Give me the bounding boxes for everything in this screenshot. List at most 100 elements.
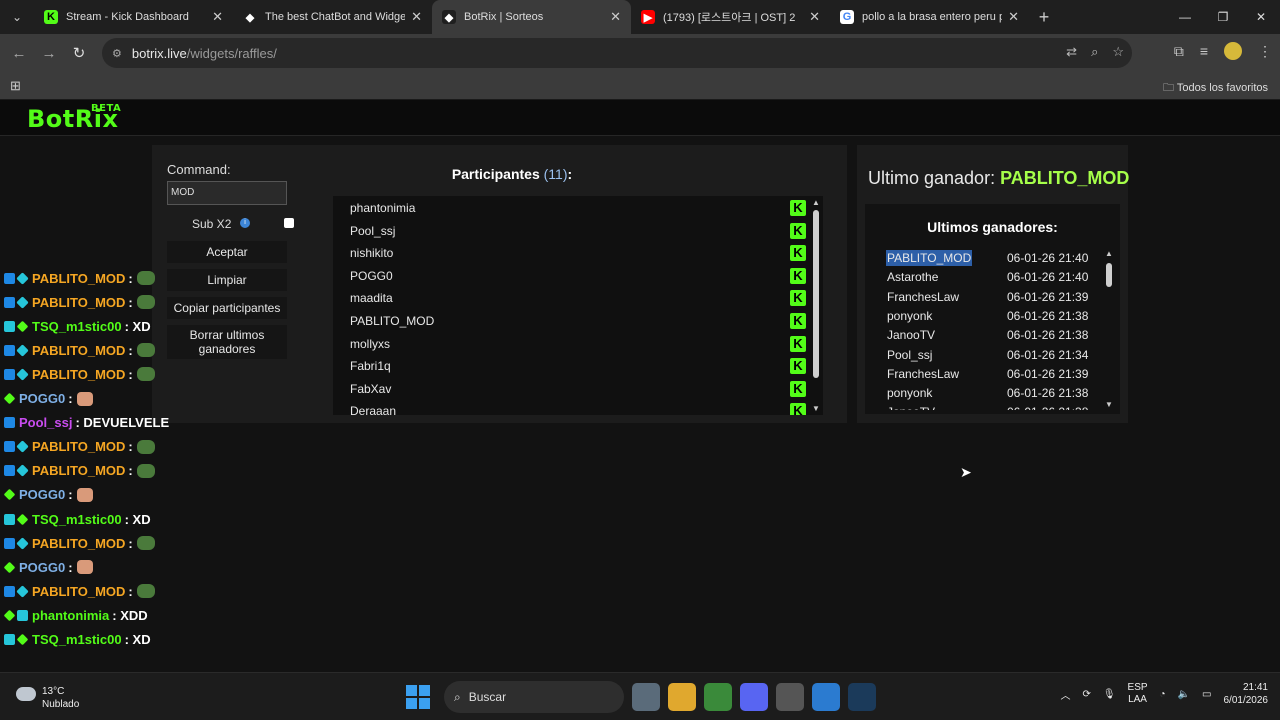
participant-row[interactable]: FabXav K: [333, 378, 806, 400]
chat-username[interactable]: PABLITO_MOD: [32, 439, 125, 454]
participant-row[interactable]: mollyxs K: [333, 333, 806, 355]
winner-row[interactable]: JanooTV 06-01-26 21:38: [865, 404, 1105, 410]
task-view-icon[interactable]: [632, 683, 660, 711]
network-sync-icon[interactable]: ⟳: [1082, 689, 1090, 700]
chat-username[interactable]: Pool_ssj: [19, 415, 72, 430]
steam-icon[interactable]: [848, 683, 876, 711]
minimize-icon[interactable]: —: [1166, 0, 1204, 34]
file-explorer-icon[interactable]: [668, 683, 696, 711]
chat-username[interactable]: POGG0: [19, 487, 65, 502]
scroll-up-icon[interactable]: ▲: [1104, 249, 1114, 258]
obs-icon[interactable]: [776, 683, 804, 711]
forward-icon[interactable]: →: [34, 45, 64, 62]
reload-icon[interactable]: ↻: [64, 44, 94, 62]
scroll-up-icon[interactable]: ▲: [811, 198, 821, 207]
chat-username[interactable]: PABLITO_MOD: [32, 367, 125, 382]
winner-row[interactable]: ponyonk 06-01-26 21:38: [865, 385, 1105, 404]
media-icon[interactable]: ≡: [1200, 43, 1208, 59]
chat-username[interactable]: POGG0: [19, 391, 65, 406]
chat-username[interactable]: PABLITO_MOD: [32, 271, 125, 286]
close-tab-icon[interactable]: ✕: [411, 9, 422, 25]
extensions-icon[interactable]: ⧉: [1174, 43, 1184, 60]
apps-grid-icon[interactable]: ⊞: [10, 78, 21, 94]
scroll-thumb[interactable]: [1106, 263, 1112, 287]
taskbar-search[interactable]: ⌕ Buscar: [444, 681, 624, 713]
winners-list[interactable]: PABLITO_MOD 06-01-26 21:40 Astarothe 06-01-…: [865, 250, 1120, 410]
participant-row[interactable]: phantonimia K: [333, 197, 806, 219]
mic-icon[interactable]: 🎙: [1103, 689, 1116, 700]
clock[interactable]: 21:41 6/01/2026: [1224, 681, 1269, 707]
battery-icon[interactable]: ▭: [1202, 689, 1211, 700]
bookmark-star-icon[interactable]: ☆: [1112, 44, 1124, 60]
address-bar[interactable]: ⚙ botrix.live/widgets/raffles/ ⇄ ⌕ ☆: [102, 38, 1132, 68]
back-icon[interactable]: ←: [4, 45, 34, 62]
participant-row[interactable]: Deraaan K: [333, 400, 806, 415]
participants-list[interactable]: ▲ ▼ phantonimia K Pool_ssj Knishikito K POGG0…: [333, 196, 823, 415]
close-tab-icon[interactable]: ✕: [610, 9, 621, 25]
scroll-thumb[interactable]: [813, 210, 819, 378]
accept-button[interactable]: Aceptar: [167, 241, 287, 263]
winner-row[interactable]: Astarothe 06-01-26 21:40: [865, 269, 1105, 288]
browser-tab[interactable]: Gpollo a la brasa entero peru pre ✕: [830, 0, 1029, 34]
browser-tab[interactable]: ◆ BotRix | Sorteos ✕: [432, 0, 631, 34]
winner-row[interactable]: JanooTV 06-01-26 21:38: [865, 327, 1105, 346]
scroll-down-icon[interactable]: ▼: [811, 404, 821, 413]
participant-row[interactable]: Fabri1q K: [333, 355, 806, 377]
profile-avatar[interactable]: [1224, 42, 1242, 60]
winner-row[interactable]: ponyonk 06-01-26 21:38: [865, 308, 1105, 327]
all-bookmarks[interactable]: 🗀 Todos los favoritos: [1163, 79, 1268, 98]
winner-name: ponyonk: [887, 386, 933, 401]
browser-tab[interactable]: ◆ The best ChatBot and Widgets f ✕: [233, 0, 432, 34]
language-indicator[interactable]: ESP LAA: [1128, 682, 1148, 706]
sub-x2-checkbox[interactable]: [284, 218, 294, 228]
close-tab-icon[interactable]: ✕: [809, 9, 820, 25]
chat-username[interactable]: TSQ_m1stic00: [32, 632, 122, 647]
tray-chevron-icon[interactable]: ︿: [1060, 687, 1070, 702]
new-tab-button[interactable]: +: [1029, 7, 1059, 28]
site-info-icon[interactable]: ⚙: [112, 47, 122, 60]
chat-username[interactable]: POGG0: [19, 560, 65, 575]
chat-username[interactable]: PABLITO_MOD: [32, 295, 125, 310]
close-tab-icon[interactable]: ✕: [1008, 9, 1019, 25]
tab-search-icon[interactable]: ⌄: [0, 0, 34, 34]
participant-row[interactable]: nishikito K: [333, 242, 806, 264]
clear-winners-button[interactable]: Borrar ultimos ganadores: [167, 325, 287, 359]
chrome-icon[interactable]: [704, 683, 732, 711]
chat-username[interactable]: phantonimia: [32, 608, 109, 623]
winner-row[interactable]: PABLITO_MOD 06-01-26 21:40: [865, 250, 1105, 269]
chat-username[interactable]: PABLITO_MOD: [32, 343, 125, 358]
chat-username[interactable]: TSQ_m1stic00: [32, 512, 122, 527]
chat-username[interactable]: PABLITO_MOD: [32, 463, 125, 478]
restore-icon[interactable]: ❐: [1204, 0, 1242, 34]
winner-row[interactable]: FranchesLaw 06-01-26 21:39: [865, 289, 1105, 308]
command-input[interactable]: MOD: [167, 181, 287, 205]
botrix-logo[interactable]: BotRix BETA: [27, 103, 121, 133]
menu-icon[interactable]: ⋮: [1258, 43, 1272, 60]
winners-scrollbar[interactable]: ▲ ▼: [1104, 249, 1114, 409]
discord-icon[interactable]: [740, 683, 768, 711]
windows-start-icon[interactable]: [406, 685, 430, 709]
participant-row[interactable]: POGG0 K: [333, 265, 806, 287]
translate-icon[interactable]: ⇄: [1066, 44, 1077, 60]
vscode-icon[interactable]: [812, 683, 840, 711]
winner-row[interactable]: Pool_ssj 06-01-26 21:34: [865, 347, 1105, 366]
chat-username[interactable]: TSQ_m1stic00: [32, 319, 122, 334]
copy-participants-button[interactable]: Copiar participantes: [167, 297, 287, 319]
participant-row[interactable]: PABLITO_MOD K: [333, 310, 806, 332]
browser-tab[interactable]: ▶ (1793) [로스트아크 | OST] 2 ✕: [631, 0, 830, 34]
participants-scrollbar[interactable]: ▲ ▼: [811, 196, 821, 415]
close-window-icon[interactable]: ✕: [1242, 0, 1280, 34]
close-tab-icon[interactable]: ✕: [212, 9, 223, 25]
participant-row[interactable]: Pool_ssj K: [333, 220, 806, 242]
winner-row[interactable]: FranchesLaw 06-01-26 21:39: [865, 366, 1105, 385]
participant-row[interactable]: maadita K: [333, 287, 806, 309]
info-icon[interactable]: i: [240, 218, 250, 228]
volume-icon[interactable]: 🔈: [1178, 689, 1190, 700]
clear-button[interactable]: Limpiar: [167, 269, 287, 291]
chat-username[interactable]: PABLITO_MOD: [32, 536, 125, 551]
browser-tab[interactable]: K Stream - Kick Dashboard ✕: [34, 0, 233, 34]
chat-username[interactable]: PABLITO_MOD: [32, 584, 125, 599]
wifi-icon[interactable]: ◔: [1160, 689, 1166, 700]
zoom-icon[interactable]: ⌕: [1091, 44, 1098, 60]
scroll-down-icon[interactable]: ▼: [1104, 400, 1114, 409]
